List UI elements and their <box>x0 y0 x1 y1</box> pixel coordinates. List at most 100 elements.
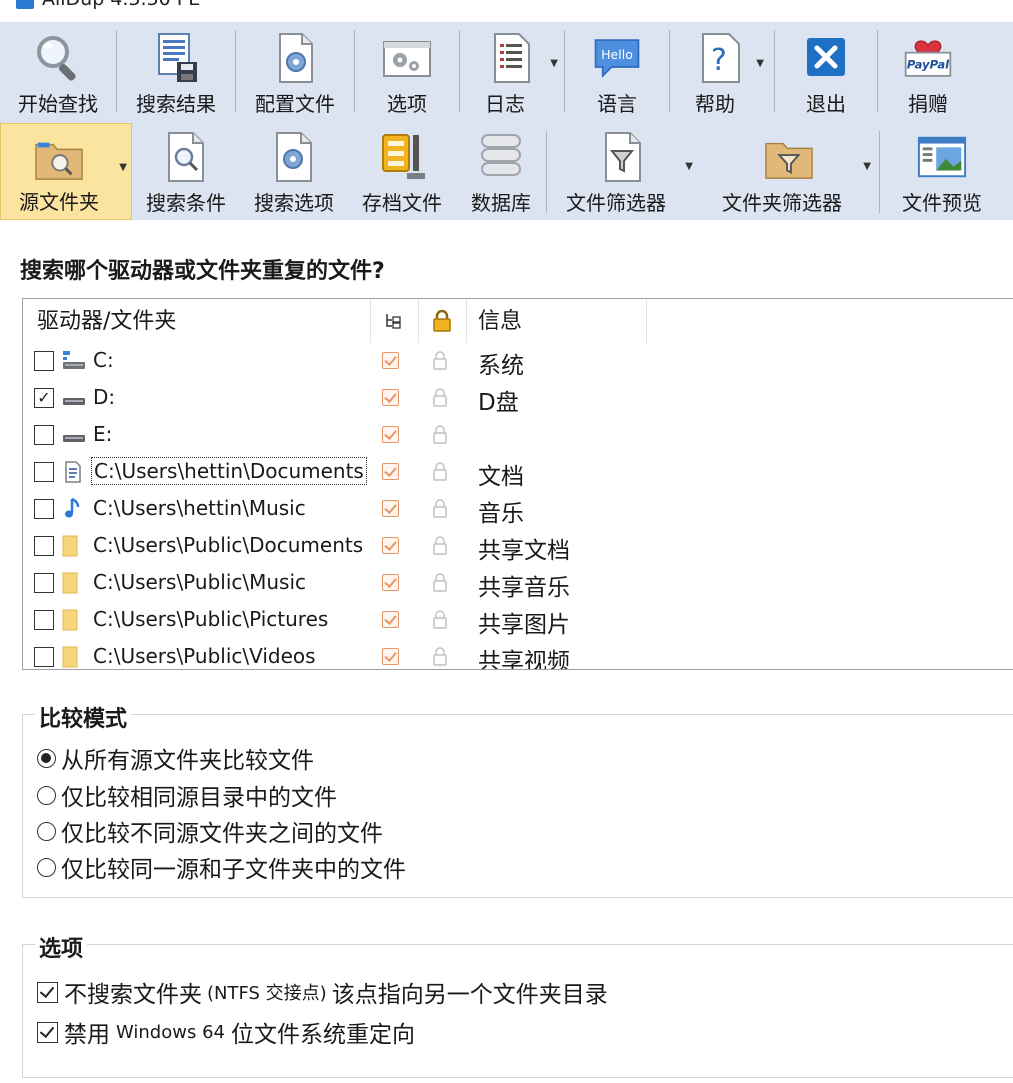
include-subfolders-checkbox[interactable] <box>382 463 399 480</box>
help-icon: ? <box>697 32 747 84</box>
row-checkbox[interactable] <box>34 351 54 371</box>
help-button[interactable]: ? ▼ 帮助 <box>670 22 774 123</box>
row-path: D: <box>93 385 116 409</box>
protect-lock-icon[interactable] <box>431 350 449 372</box>
language-button[interactable]: Hello 语言 <box>565 22 669 123</box>
protect-lock-icon[interactable] <box>431 387 449 409</box>
protect-lock-icon[interactable] <box>431 572 449 594</box>
compare-same-source-radio[interactable]: 仅比较相同源目录中的文件 <box>37 778 337 812</box>
list-row[interactable]: ✓ D: D盘 <box>23 380 1013 416</box>
file-filter-dropdown-arrow-icon[interactable]: ▼ <box>685 161 693 172</box>
protect-lock-icon[interactable] <box>431 498 449 520</box>
row-checkbox[interactable] <box>34 536 54 556</box>
row-checkbox[interactable] <box>34 647 54 667</box>
list-row[interactable]: C:\Users\Public\Music 共享音乐 <box>23 565 1013 601</box>
file-preview-button[interactable]: 文件预览 <box>880 123 1004 220</box>
row-info: 文档 <box>478 464 524 490</box>
folder-filter-button[interactable]: ▼ 文件夹筛选器 <box>699 123 879 220</box>
compare-different-sources-radio[interactable]: 仅比较不同源文件夹之间的文件 <box>37 814 383 848</box>
disable-wow64-redirection-checkbox[interactable]: 禁用 Windows 64 位文件系统重定向 <box>37 1015 415 1049</box>
include-subfolders-checkbox[interactable] <box>382 537 399 554</box>
folder-icon <box>61 571 85 595</box>
list-row[interactable]: C: 系统 <box>23 343 1013 379</box>
row-path: C: <box>93 348 114 372</box>
radio-indicator[interactable] <box>37 785 56 805</box>
app-icon <box>16 0 34 9</box>
include-subfolders-checkbox[interactable] <box>382 352 399 369</box>
list-row[interactable]: C:\Users\Public\Videos 共享视频 <box>23 639 1013 669</box>
source-folder-list[interactable]: 驱动器/文件夹 信息 C: 系统 ✓ D: D盘 E: C:\Users\hettin\Do… <box>22 298 1013 670</box>
list-row[interactable]: C:\Users\Public\Documents 共享文档 <box>23 528 1013 564</box>
option-text-a: 不搜索文件夹 <box>64 982 202 1008</box>
help-dropdown-arrow-icon[interactable]: ▼ <box>756 58 764 69</box>
checkbox-indicator[interactable] <box>37 1021 58 1043</box>
column-header-info[interactable]: 信息 <box>467 299 647 343</box>
drive-icon <box>61 423 85 447</box>
source-folder-dropdown-arrow-icon[interactable]: ▼ <box>119 162 127 173</box>
exit-button[interactable]: 退出 <box>775 22 877 123</box>
donate-button[interactable]: PayPal 捐赠 <box>878 22 978 123</box>
row-checkbox[interactable]: ✓ <box>34 388 54 408</box>
row-path: C:\Users\Public\Documents <box>93 533 364 557</box>
row-checkbox[interactable] <box>34 499 54 519</box>
row-path: C:\Users\Public\Videos <box>93 644 316 668</box>
column-header-protected[interactable] <box>419 299 467 343</box>
database-button[interactable]: 数据库 <box>456 123 546 220</box>
folder-filter-dropdown-arrow-icon[interactable]: ▼ <box>863 161 871 172</box>
list-row[interactable]: C:\Users\Public\Pictures 共享图片 <box>23 602 1013 638</box>
profile-file-button[interactable]: 配置文件 <box>236 22 354 123</box>
list-header: 驱动器/文件夹 信息 <box>23 299 1013 343</box>
row-checkbox[interactable] <box>34 573 54 593</box>
radio-selected-indicator[interactable] <box>37 748 56 768</box>
protect-lock-icon[interactable] <box>431 535 449 557</box>
radio-label: 仅比较同一源和子文件夹中的文件 <box>61 857 406 883</box>
row-checkbox[interactable] <box>34 425 54 445</box>
drive-icon <box>61 386 85 410</box>
row-checkbox[interactable] <box>34 610 54 630</box>
protect-lock-icon[interactable] <box>431 646 449 668</box>
search-criteria-button[interactable]: 搜索条件 <box>132 123 240 220</box>
start-search-button[interactable]: 开始查找 <box>0 22 116 123</box>
protect-lock-icon[interactable] <box>431 609 449 631</box>
search-options-button[interactable]: 搜索选项 <box>240 123 348 220</box>
checkbox-indicator[interactable] <box>37 981 58 1003</box>
archive-files-button[interactable]: 存档文件 <box>348 123 456 220</box>
include-subfolders-checkbox[interactable] <box>382 389 399 406</box>
radio-indicator[interactable] <box>37 857 56 877</box>
include-subfolders-checkbox[interactable] <box>382 611 399 628</box>
column-header-drive[interactable]: 驱动器/文件夹 <box>23 299 371 343</box>
row-info: 共享音乐 <box>478 575 570 601</box>
row-path: C:\Users\Public\Pictures <box>93 607 329 631</box>
protect-lock-icon[interactable] <box>431 424 449 446</box>
option-text-a: 禁用 <box>64 1022 110 1048</box>
source-folder-button[interactable]: ▼ 源文件夹 <box>0 123 132 220</box>
row-path: E: <box>93 422 113 446</box>
row-path: C:\Users\hettin\Documents <box>91 457 367 485</box>
radio-label: 从所有源文件夹比较文件 <box>61 748 314 774</box>
file-filter-icon <box>598 131 648 183</box>
row-path: C:\Users\Public\Music <box>93 570 307 594</box>
file-filter-button[interactable]: ▼ 文件筛选器 <box>547 123 699 220</box>
list-row[interactable]: C:\Users\hettin\Documents 文档 <box>23 454 1013 490</box>
compare-mode-title: 比较模式 <box>35 701 132 733</box>
skip-junction-points-checkbox[interactable]: 不搜索文件夹 (NTFS 交接点) 该点指向另一个文件夹目录 <box>37 975 608 1009</box>
log-button[interactable]: ▼ 日志 <box>460 22 564 123</box>
include-subfolders-checkbox[interactable] <box>382 500 399 517</box>
search-results-button[interactable]: 搜索结果 <box>117 22 235 123</box>
protect-lock-icon[interactable] <box>431 461 449 483</box>
log-dropdown-arrow-icon[interactable]: ▼ <box>550 58 558 69</box>
options-button[interactable]: 选项 <box>355 22 459 123</box>
compare-all-sources-radio[interactable]: 从所有源文件夹比较文件 <box>37 741 314 775</box>
include-subfolders-checkbox[interactable] <box>382 648 399 665</box>
radio-label: 仅比较相同源目录中的文件 <box>61 785 337 811</box>
list-row[interactable]: C:\Users\hettin\Music 音乐 <box>23 491 1013 527</box>
row-checkbox[interactable] <box>34 462 54 482</box>
search-results-icon <box>151 32 201 84</box>
include-subfolders-checkbox[interactable] <box>382 574 399 591</box>
folder-filter-icon <box>764 131 814 183</box>
radio-indicator[interactable] <box>37 821 56 841</box>
compare-same-source-subfolder-radio[interactable]: 仅比较同一源和子文件夹中的文件 <box>37 850 406 884</box>
list-row[interactable]: E: <box>23 417 1013 453</box>
column-header-subfolder[interactable] <box>371 299 419 343</box>
include-subfolders-checkbox[interactable] <box>382 426 399 443</box>
